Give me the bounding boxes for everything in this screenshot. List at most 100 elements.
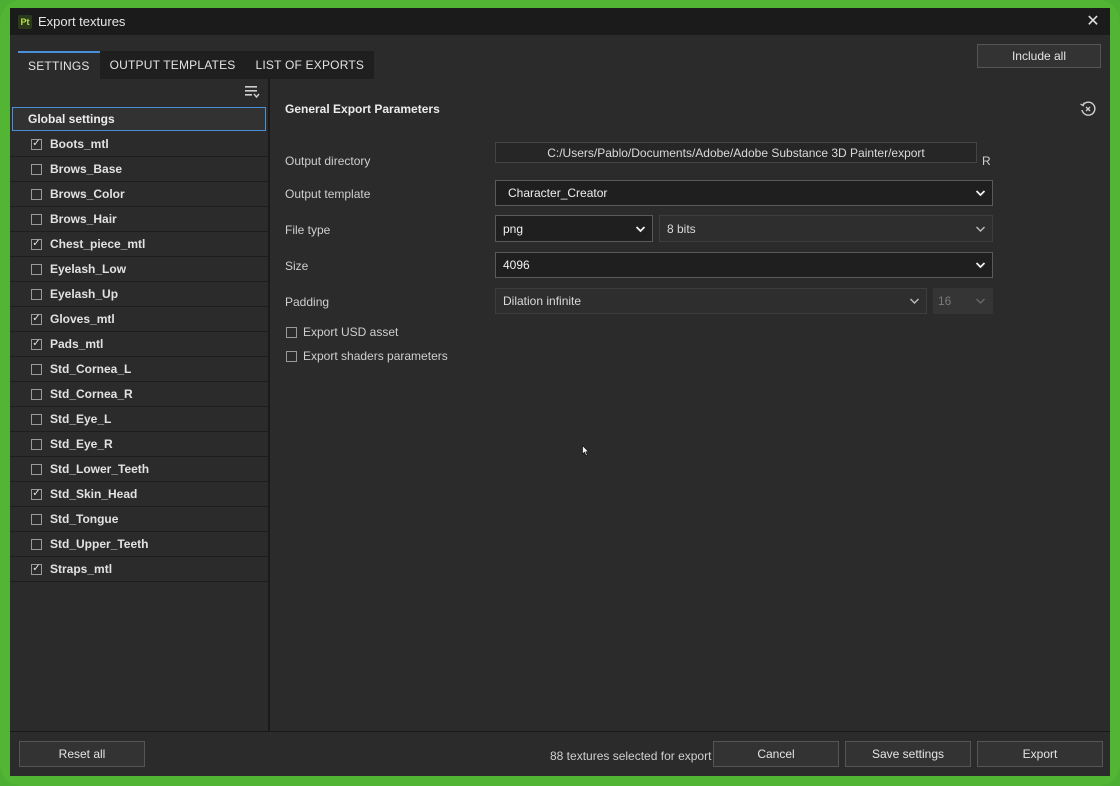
chevron-down-icon <box>976 298 985 304</box>
checkbox-unchecked-icon[interactable] <box>31 513 42 525</box>
checkbox-checked-icon[interactable]: ✓ <box>31 238 42 250</box>
material-item[interactable]: ✓ Pads_mtl <box>10 332 268 357</box>
material-label: Std_Upper_Teeth <box>50 537 149 551</box>
material-list: ✓ Boots_mtl Brows_Base Brows_Color Brows_Hai… <box>10 132 268 582</box>
padding-distance-select: 16 <box>933 288 993 314</box>
cancel-button[interactable]: Cancel <box>713 741 839 767</box>
file-format-select[interactable]: png <box>495 215 653 242</box>
material-label: Pads_mtl <box>50 337 104 351</box>
mouse-pointer-icon <box>582 445 590 457</box>
checkbox-checked-icon[interactable]: ✓ <box>31 313 42 325</box>
material-item[interactable]: Std_Eye_L <box>10 407 268 432</box>
painter-app-icon: Pt <box>18 14 32 29</box>
export-usd-label: Export USD asset <box>303 325 399 339</box>
padding-mode-select[interactable]: Dilation infinite <box>495 288 927 314</box>
filter-list-icon[interactable] <box>244 85 260 99</box>
export-shaders-checkbox[interactable]: Export shaders parameters <box>286 349 448 363</box>
checkbox-checked-icon[interactable]: ✓ <box>31 338 42 350</box>
material-item[interactable]: Std_Eye_R <box>10 432 268 457</box>
checkbox-checked-icon[interactable]: ✓ <box>31 488 42 500</box>
material-label: Gloves_mtl <box>50 312 115 326</box>
material-label: Chest_piece_mtl <box>50 237 146 251</box>
close-icon[interactable]: ✕ <box>1084 12 1102 30</box>
material-label: Straps_mtl <box>50 562 113 576</box>
checkbox-unchecked-icon[interactable] <box>31 163 42 175</box>
tab-list-of-exports[interactable]: LIST OF EXPORTS <box>246 51 375 79</box>
save-settings-button[interactable]: Save settings <box>845 741 971 767</box>
chevron-down-icon <box>976 226 985 232</box>
checkbox-unchecked-icon[interactable] <box>31 438 42 450</box>
export-textures-dialog: Pt Export textures ✕ SETTINGS OUTPUT TEM… <box>10 8 1110 776</box>
reset-all-button[interactable]: Reset all <box>19 741 145 767</box>
material-label: Std_Cornea_L <box>50 362 132 376</box>
material-label: Std_Eye_L <box>50 412 112 426</box>
size-value: 4096 <box>503 258 530 272</box>
checkbox-box[interactable] <box>286 350 297 362</box>
checkbox-unchecked-icon[interactable] <box>31 213 42 225</box>
checkbox-box[interactable] <box>286 326 297 338</box>
material-item[interactable]: ✓ Std_Skin_Head <box>10 482 268 507</box>
size-select[interactable]: 4096 <box>495 252 993 278</box>
material-label: Std_Lower_Teeth <box>50 462 150 476</box>
material-item[interactable]: Eyelash_Up <box>10 282 268 307</box>
export-parameters-panel: General Export Parameters Output directo… <box>270 79 1110 731</box>
checkbox-unchecked-icon[interactable] <box>31 538 42 550</box>
material-label: Brows_Base <box>50 162 123 176</box>
dialog-footer: Reset all 88 textures selected for expor… <box>10 731 1110 776</box>
tab-output-templates[interactable]: OUTPUT TEMPLATES <box>100 51 246 79</box>
export-count-status: 88 textures selected for export <box>550 749 712 763</box>
material-label: Std_Eye_R <box>50 437 113 451</box>
checkbox-checked-icon[interactable]: ✓ <box>31 563 42 575</box>
output-directory-suffix[interactable]: R <box>982 154 991 168</box>
file-format-value: png <box>503 221 524 236</box>
material-item[interactable]: ✓ Gloves_mtl <box>10 307 268 332</box>
file-type-label: File type <box>285 223 331 237</box>
section-title: General Export Parameters <box>285 102 440 116</box>
chevron-down-icon <box>635 225 646 232</box>
export-usd-checkbox[interactable]: Export USD asset <box>286 325 398 339</box>
material-item[interactable]: Brows_Hair <box>10 207 268 232</box>
material-label: Std_Cornea_R <box>50 387 133 401</box>
material-label: Std_Tongue <box>50 512 119 526</box>
output-directory-field[interactable]: C:/Users/Pablo/Documents/Adobe/Adobe Sub… <box>495 142 977 163</box>
material-item[interactable]: Std_Cornea_R <box>10 382 268 407</box>
checkbox-unchecked-icon[interactable] <box>31 463 42 475</box>
chevron-down-icon <box>975 190 986 197</box>
material-label: Std_Skin_Head <box>50 487 138 501</box>
padding-mode-value: Dilation infinite <box>503 294 582 308</box>
reset-history-icon[interactable] <box>1079 100 1097 118</box>
bit-depth-select[interactable]: 8 bits <box>659 215 993 242</box>
size-label: Size <box>285 259 309 273</box>
material-item[interactable]: Std_Cornea_L <box>10 357 268 382</box>
include-all-button[interactable]: Include all <box>977 44 1101 68</box>
tab-bar: SETTINGS OUTPUT TEMPLATES LIST OF EXPORT… <box>18 51 375 79</box>
material-item[interactable]: Std_Tongue <box>10 507 268 532</box>
material-item[interactable]: ✓ Chest_piece_mtl <box>10 232 268 257</box>
output-template-select[interactable]: Character_Creator <box>495 180 993 206</box>
checkbox-unchecked-icon[interactable] <box>31 188 42 200</box>
material-item[interactable]: Brows_Color <box>10 182 268 207</box>
material-item[interactable]: ✓ Boots_mtl <box>10 132 268 157</box>
material-item[interactable]: ✓ Straps_mtl <box>10 557 268 582</box>
material-item[interactable]: Std_Lower_Teeth <box>10 457 268 482</box>
output-template-value: Character_Creator <box>508 186 608 200</box>
bit-depth-value: 8 bits <box>667 221 696 236</box>
global-settings-item[interactable]: Global settings <box>12 107 266 131</box>
checkbox-unchecked-icon[interactable] <box>31 363 42 375</box>
output-template-label: Output template <box>285 187 371 201</box>
export-button[interactable]: Export <box>977 741 1103 767</box>
material-item[interactable]: Brows_Base <box>10 157 268 182</box>
padding-distance-value: 16 <box>938 294 952 308</box>
checkbox-unchecked-icon[interactable] <box>31 413 42 425</box>
material-item[interactable]: Eyelash_Low <box>10 257 268 282</box>
checkbox-unchecked-icon[interactable] <box>31 263 42 275</box>
texture-set-sidebar: Global settings ✓ Boots_mtl Brows_Base Brow… <box>10 79 270 731</box>
material-label: Brows_Hair <box>50 212 117 226</box>
output-directory-label: Output directory <box>285 154 371 168</box>
checkbox-checked-icon[interactable]: ✓ <box>31 138 42 150</box>
tab-settings[interactable]: SETTINGS <box>18 51 100 79</box>
checkbox-unchecked-icon[interactable] <box>31 388 42 400</box>
material-item[interactable]: Std_Upper_Teeth <box>10 532 268 557</box>
checkbox-unchecked-icon[interactable] <box>31 288 42 300</box>
title-bar: Pt Export textures ✕ <box>10 8 1110 35</box>
